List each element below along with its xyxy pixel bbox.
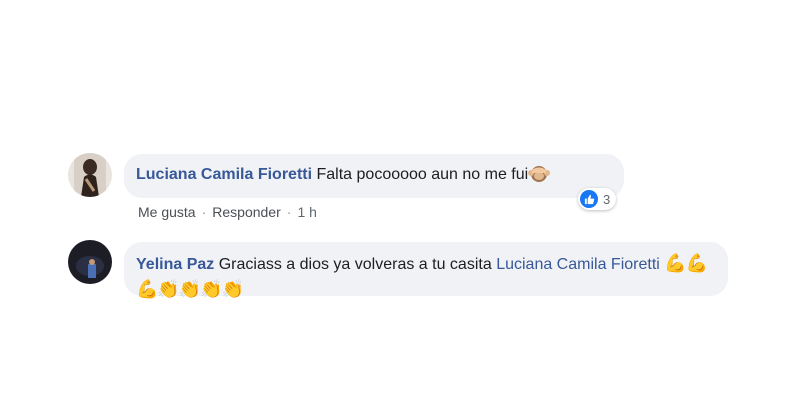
clapping-hands-icon: 👏 [200, 279, 222, 299]
clapping-hands-icon: 👏 [221, 279, 244, 299]
comment-bubble: Luciana Camila Fioretti Falta pocooooo a… [124, 154, 624, 198]
clapping-hands-icon: 👏 [178, 279, 201, 299]
avatar[interactable] [68, 153, 112, 197]
reactions-badge[interactable]: 3 [578, 188, 617, 210]
flexed-biceps-icon: 💪 [136, 279, 158, 299]
clapping-hands-icon: 👏 [157, 279, 179, 299]
comment-author[interactable]: Luciana Camila Fioretti [136, 166, 312, 183]
comment-text: Graciass a dios ya volveras a tu casita [218, 256, 492, 273]
reply-link[interactable]: Responder [212, 204, 281, 220]
separator: · [286, 204, 292, 220]
profile-photo [68, 240, 112, 284]
flexed-biceps-icon: 💪 [685, 253, 708, 273]
like-icon [580, 190, 598, 208]
comment-actions: Me gusta · Responder · 1 h [138, 204, 317, 220]
profile-photo [68, 153, 112, 197]
avatar[interactable] [68, 240, 112, 284]
comment-author[interactable]: Yelina Paz [136, 256, 214, 273]
like-link[interactable]: Me gusta [138, 204, 196, 220]
comment-timestamp[interactable]: 1 h [297, 204, 316, 220]
separator: · [201, 204, 207, 220]
see-no-evil-monkey-icon [528, 163, 551, 190]
reactions-count: 3 [603, 191, 611, 207]
comment-text: Falta pocooooo aun no me fui [316, 166, 529, 183]
comment-bubble: Yelina Paz Graciass a dios ya volveras a… [124, 242, 728, 299]
mention-link[interactable]: Luciana Camila Fioretti [496, 256, 660, 273]
flexed-biceps-icon: 💪 [664, 253, 686, 273]
